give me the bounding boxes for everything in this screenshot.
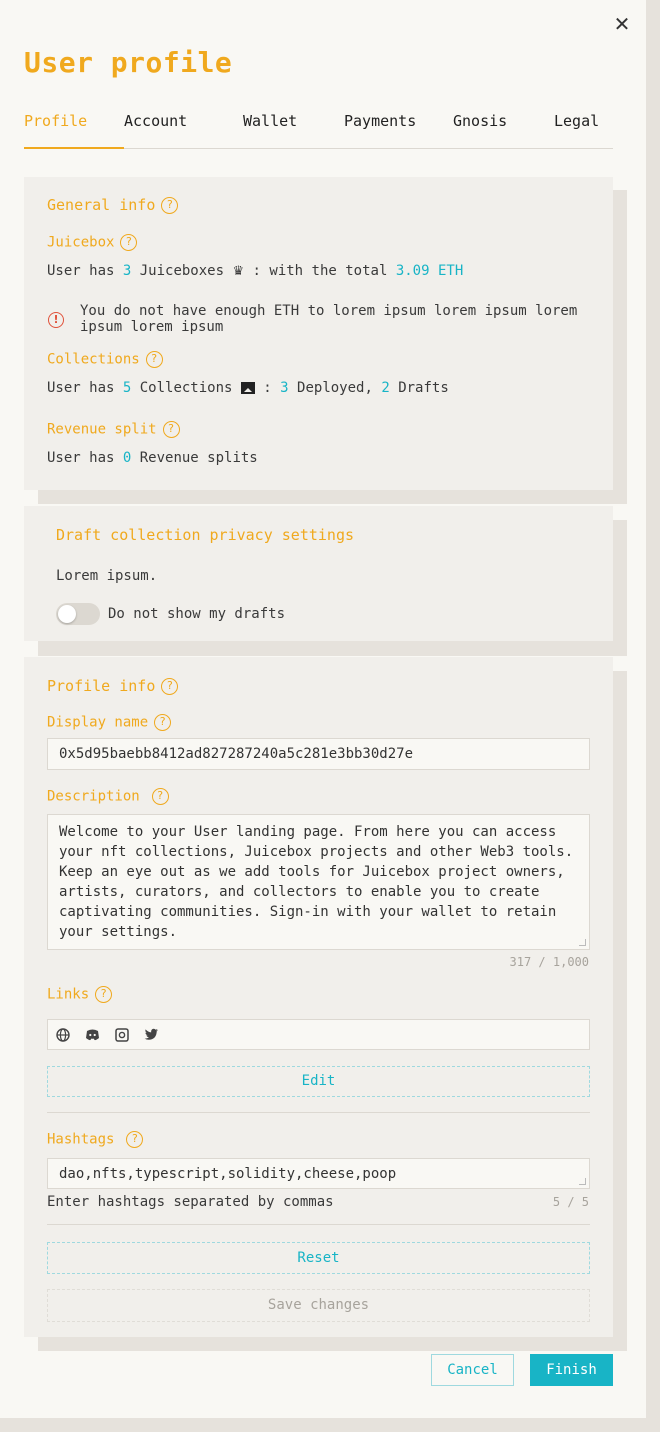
cancel-button[interactable]: Cancel — [431, 1354, 514, 1386]
discord-icon[interactable] — [85, 1028, 99, 1042]
description-label: Description? — [47, 788, 169, 805]
edit-links-button[interactable]: Edit — [47, 1066, 590, 1097]
help-icon[interactable]: ? — [154, 714, 172, 731]
page-title: User profile — [24, 46, 233, 79]
juicebox-summary: User has 3 Juiceboxes ♛ : with the total… — [47, 263, 464, 279]
resize-handle[interactable] — [579, 1178, 586, 1185]
display-name-label: Display name? — [47, 714, 172, 731]
profile-info-title: Profile info? — [47, 677, 179, 695]
help-icon[interactable]: ? — [95, 986, 113, 1003]
help-icon[interactable]: ? — [151, 788, 169, 805]
tab-bar: Profile Account Wallet Payments Gnosis L… — [24, 112, 613, 149]
close-icon[interactable]: ✕ — [610, 12, 634, 36]
privacy-description: Lorem ipsum. — [56, 568, 158, 584]
collections-summary: User has 5 Collections : 3 Deployed, 2 D… — [47, 380, 449, 396]
warning-icon: ! — [48, 312, 64, 328]
tab-gnosis[interactable]: Gnosis — [453, 112, 507, 149]
help-icon[interactable]: ? — [162, 421, 180, 438]
tab-profile[interactable]: Profile — [24, 112, 124, 149]
profile-info-card: Profile info? Display name? 0x5d95baebb8… — [24, 657, 613, 1337]
revenue-summary: User has 0 Revenue splits — [47, 450, 258, 466]
help-icon[interactable]: ? — [145, 351, 163, 368]
instagram-icon[interactable] — [115, 1028, 129, 1042]
revenue-split-label: Revenue split? — [47, 421, 180, 438]
toggle-knob — [58, 605, 76, 623]
tab-wallet[interactable]: Wallet — [243, 112, 297, 149]
help-icon[interactable]: ? — [120, 234, 138, 251]
privacy-card: Draft collection privacy settings Lorem … — [24, 506, 613, 641]
divider — [47, 1224, 590, 1225]
help-icon[interactable]: ? — [126, 1131, 144, 1148]
juicebox-label: Juicebox? — [47, 234, 138, 251]
reset-button[interactable]: Reset — [47, 1242, 590, 1274]
links-label: Links? — [47, 986, 113, 1003]
help-icon[interactable]: ? — [161, 197, 179, 214]
collections-label: Collections? — [47, 351, 163, 368]
description-textarea[interactable]: Welcome to your User landing page. From … — [47, 814, 590, 950]
general-info-title: General info? — [47, 196, 179, 214]
save-changes-button[interactable]: Save changes — [47, 1289, 590, 1322]
hashtags-text: dao,nfts,typescript,solidity,cheese,poop — [59, 1166, 397, 1182]
image-icon — [240, 382, 255, 394]
description-text: Welcome to your User landing page. From … — [59, 824, 574, 940]
privacy-title: Draft collection privacy settings — [56, 526, 355, 544]
tab-account[interactable]: Account — [124, 112, 187, 149]
tab-legal[interactable]: Legal — [554, 112, 599, 149]
general-info-card: General info? Juicebox? User has 3 Juice… — [24, 177, 613, 490]
drafts-toggle-label: Do not show my drafts — [108, 606, 286, 622]
user-profile-modal: ✕ User profile Profile Account Wallet Pa… — [0, 0, 646, 1418]
divider — [47, 1112, 590, 1113]
hashtags-label: Hashtags? — [47, 1131, 144, 1148]
resize-handle[interactable] — [579, 939, 586, 946]
display-name-input[interactable]: 0x5d95baebb8412ad827287240a5c281e3bb30d2… — [47, 738, 590, 770]
hashtags-input[interactable]: dao,nfts,typescript,solidity,cheese,poop — [47, 1158, 590, 1189]
hashtags-counter: 5 / 5 — [552, 1195, 589, 1209]
warning-message: You do not have enough ETH to lorem ipsu… — [80, 303, 578, 335]
tab-payments[interactable]: Payments — [344, 112, 416, 149]
help-icon[interactable]: ? — [161, 678, 179, 695]
hashtags-hint: Enter hashtags separated by commas — [47, 1194, 334, 1210]
twitter-icon[interactable] — [144, 1028, 158, 1042]
description-counter: 317 / 1,000 — [509, 955, 589, 969]
globe-icon[interactable] — [56, 1028, 70, 1042]
links-bar — [47, 1019, 590, 1050]
finish-button[interactable]: Finish — [530, 1354, 613, 1386]
drafts-toggle[interactable] — [56, 603, 100, 625]
crown-icon: ♛ — [232, 264, 245, 279]
